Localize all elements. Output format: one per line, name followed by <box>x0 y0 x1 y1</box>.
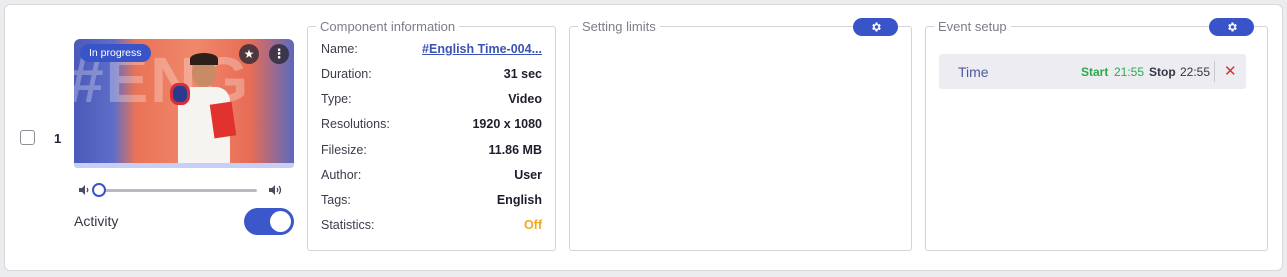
info-row-tags: Tags: English <box>321 193 542 211</box>
info-value: User <box>514 168 542 182</box>
favorite-star-icon[interactable]: ★ <box>239 44 259 64</box>
row-checkbox[interactable] <box>20 130 35 145</box>
volume-high-icon[interactable] <box>268 183 284 197</box>
info-row-resolutions: Resolutions: 1920 x 1080 <box>321 117 542 135</box>
volume-low-icon[interactable] <box>77 183 91 197</box>
event-stop-label: Stop <box>1149 65 1176 79</box>
event-start-label: Start <box>1081 65 1109 79</box>
gear-icon <box>1227 22 1237 32</box>
setting-limits-legend: Setting limits <box>582 19 656 34</box>
thumbnail-folder <box>209 101 237 139</box>
event-item[interactable]: Time Start 21:55 Stop 22:55 ✕ <box>939 54 1246 89</box>
info-value: 11.86 MB <box>488 143 542 157</box>
event-start-time: 21:55 <box>1114 65 1145 79</box>
info-key: Resolutions: <box>321 117 390 131</box>
event-divider <box>1214 61 1215 82</box>
gear-icon <box>871 22 881 32</box>
setting-limits-panel: Setting limits <box>569 19 912 251</box>
info-key: Statistics: <box>321 218 375 232</box>
volume-slider-track[interactable] <box>98 189 257 192</box>
info-row-filesize: Filesize: 11.86 MB <box>321 143 542 161</box>
info-row-statistics: Statistics: Off <box>321 218 542 236</box>
event-setup-legend: Event setup <box>938 19 1007 34</box>
row-index: 1 <box>54 131 62 146</box>
info-key: Filesize: <box>321 143 367 157</box>
component-information-legend: Component information <box>320 19 456 34</box>
info-value: 1920 x 1080 <box>472 117 542 131</box>
event-name: Time <box>958 64 989 80</box>
volume-slider-thumb[interactable] <box>92 183 106 197</box>
activity-toggle[interactable] <box>244 208 294 235</box>
info-row-type: Type: Video <box>321 92 542 110</box>
thumbnail-person-hair <box>190 53 218 65</box>
event-stop-time: 22:55 <box>1180 65 1211 79</box>
delete-event-icon[interactable]: ✕ <box>1224 62 1237 80</box>
setting-limits-settings-button[interactable] <box>853 18 898 36</box>
info-row-name: Name: #English Time-004... <box>321 42 542 60</box>
activity-label: Activity <box>74 213 119 229</box>
info-key: Duration: <box>321 67 372 81</box>
info-value: 31 sec <box>503 67 542 81</box>
info-value: English <box>496 193 542 207</box>
statistics-value: Off <box>523 218 542 232</box>
info-key: Author: <box>321 168 362 182</box>
info-key: Type: <box>321 92 352 106</box>
info-key: Tags: <box>321 193 351 207</box>
info-row-duration: Duration: 31 sec <box>321 67 542 85</box>
info-value: Video <box>508 92 542 106</box>
status-badge: In progress <box>80 44 151 62</box>
more-options-icon[interactable]: ⋮ <box>269 44 289 64</box>
component-name-link[interactable]: #English Time-004... <box>422 42 542 56</box>
event-setup-settings-button[interactable] <box>1209 18 1254 36</box>
info-key: Name: <box>321 42 358 56</box>
thumbnail-flag <box>170 83 190 105</box>
info-row-author: Author: User <box>321 168 542 186</box>
